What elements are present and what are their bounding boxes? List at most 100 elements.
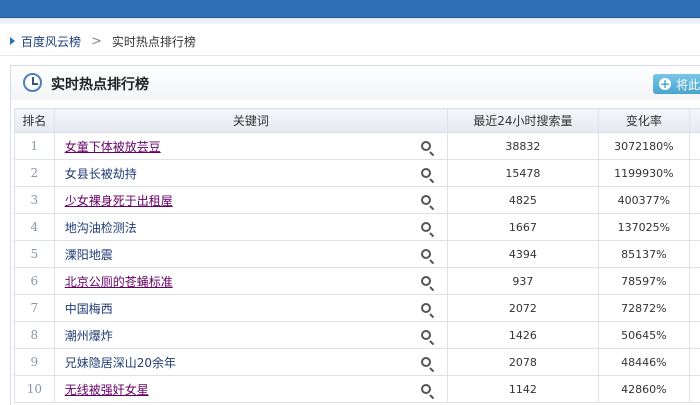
keyword-link[interactable]: 北京公厕的苍蝇标准 [65,275,173,289]
table-row: 8 潮州爆炸 1426 50645% [14,321,700,349]
search-icon[interactable] [421,195,432,205]
extra-cell [689,186,700,214]
search-icon[interactable] [421,249,432,259]
keyword-cell: 兄妹隐居深山20余年 [53,348,449,376]
searches-cell: 4825 [447,186,599,214]
clock-icon [23,73,42,92]
plus-icon: + [659,77,671,91]
searches-cell: 2072 [447,294,599,322]
searches-cell: 38832 [447,132,599,160]
search-icon[interactable] [421,384,432,394]
header-action-button[interactable]: + 将此 [653,74,700,94]
top-banner [0,0,700,18]
searches-cell: 2078 [447,348,599,376]
breadcrumb-arrow-icon [10,37,15,45]
header-action-label: 将此 [676,77,700,92]
rank-cell: 4 [14,213,55,241]
extra-cell [689,294,700,322]
table-row: 2 女县长被劫持 15478 1199930% [14,159,700,187]
table-row: 1 女童下体被放芸豆 38832 3072180% [14,132,700,160]
keyword-link[interactable]: 无线被强奸女星 [65,383,149,397]
table-row: 4 地沟油检测法 1667 137025% [14,213,700,241]
column-header-change: 变化率 [597,108,691,133]
search-icon[interactable] [421,303,432,313]
table-row: 7 中国梅西 2072 72872% [14,294,700,322]
rank-cell: 9 [14,348,55,376]
rank-cell: 7 [14,294,55,322]
table-row: 10 无线被强奸女星 1142 42860% [14,375,700,403]
breadcrumb-current: 实时热点排行榜 [111,34,196,49]
keyword-link[interactable]: 女童下体被放芸豆 [65,140,161,154]
keyword-cell: 潮州爆炸 [53,321,449,349]
extra-cell [689,348,700,376]
extra-cell [689,375,700,403]
panel-header: 实时热点排行榜 + 将此 [11,66,700,100]
extra-cell [689,213,700,241]
extra-cell [689,240,700,268]
keyword-link[interactable]: 中国梅西 [65,302,113,316]
searches-cell: 4394 [447,240,599,268]
keyword-cell: 无线被强奸女星 [53,375,449,403]
extra-cell [689,159,700,187]
breadcrumb: 百度风云榜 > 实时热点排行榜 [10,31,196,51]
table-row: 5 溧阳地震 4394 85137% [14,240,700,268]
search-icon[interactable] [421,357,432,367]
change-cell: 1199930% [597,159,691,187]
breadcrumb-divider [0,55,700,56]
keyword-cell: 溧阳地震 [53,240,449,268]
searches-cell: 1667 [447,213,599,241]
column-header-extra [689,108,700,133]
breadcrumb-root-link[interactable]: 百度风云榜 [21,33,81,50]
keyword-cell: 女县长被劫持 [53,159,449,187]
change-cell: 42860% [597,375,691,403]
change-cell: 50645% [597,321,691,349]
change-cell: 78597% [597,267,691,295]
keyword-link[interactable]: 女县长被劫持 [65,167,137,181]
table-row: 6 北京公厕的苍蝇标准 937 78597% [14,267,700,295]
breadcrumb-separator: > [91,33,102,49]
rank-cell: 6 [14,267,55,295]
table-row: 3 少女裸身死于出租屋 4825 400377% [14,186,700,214]
change-cell: 400377% [597,186,691,214]
rank-cell: 10 [14,375,55,403]
searches-cell: 1426 [447,321,599,349]
search-icon[interactable] [421,276,432,286]
change-cell: 137025% [597,213,691,241]
searches-cell: 15478 [447,159,599,187]
column-header-keyword: 关键词 [53,108,449,133]
rank-cell: 1 [14,132,55,160]
ranking-panel: 实时热点排行榜 + 将此 排名 关键词 最近24小时搜索量 变化率 1 女童下体被… [10,65,700,405]
table-row: 9 兄妹隐居深山20余年 2078 48446% [14,348,700,376]
keyword-cell: 地沟油检测法 [53,213,449,241]
keyword-link[interactable]: 潮州爆炸 [65,329,113,343]
keyword-link[interactable]: 兄妹隐居深山20余年 [65,356,176,370]
change-cell: 72872% [597,294,691,322]
change-cell: 85137% [597,240,691,268]
rank-cell: 2 [14,159,55,187]
column-header-searches: 最近24小时搜索量 [447,108,599,133]
keyword-link[interactable]: 溧阳地震 [65,248,113,262]
extra-cell [689,321,700,349]
top-banner-shadow [0,18,700,24]
ranking-table: 排名 关键词 最近24小时搜索量 变化率 1 女童下体被放芸豆 38832 30721… [14,108,700,403]
search-icon[interactable] [421,330,432,340]
searches-cell: 1142 [447,375,599,403]
rank-cell: 5 [14,240,55,268]
page-title: 实时热点排行榜 [51,77,149,93]
rank-cell: 3 [14,186,55,214]
keyword-link[interactable]: 地沟油检测法 [65,221,137,235]
extra-cell [689,132,700,160]
table-header-row: 排名 关键词 最近24小时搜索量 变化率 [14,108,700,133]
keyword-cell: 北京公厕的苍蝇标准 [53,267,449,295]
search-icon[interactable] [421,141,432,151]
search-icon[interactable] [421,168,432,178]
change-cell: 3072180% [597,132,691,160]
search-icon[interactable] [421,222,432,232]
keyword-link[interactable]: 少女裸身死于出租屋 [65,194,173,208]
keyword-cell: 少女裸身死于出租屋 [53,186,449,214]
searches-cell: 937 [447,267,599,295]
keyword-cell: 女童下体被放芸豆 [53,132,449,160]
keyword-cell: 中国梅西 [53,294,449,322]
column-header-rank: 排名 [14,108,55,133]
extra-cell [689,267,700,295]
